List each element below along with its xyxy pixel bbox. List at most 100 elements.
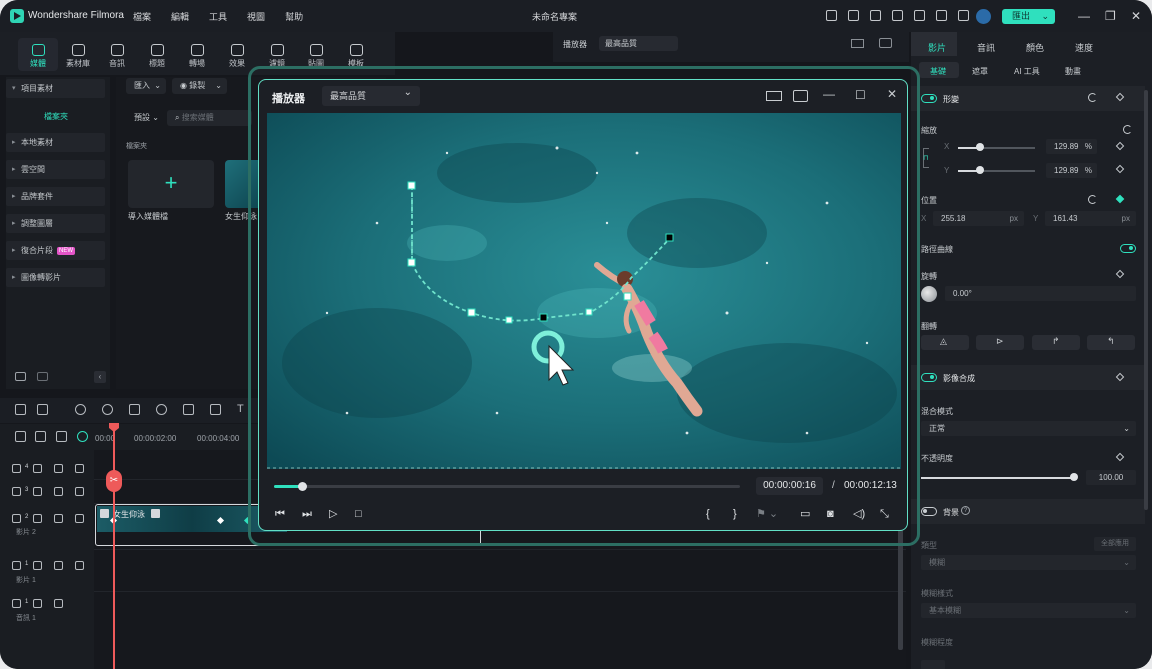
minimize-icon[interactable]: —	[823, 87, 835, 101]
eye-icon[interactable]	[75, 561, 84, 570]
send-icon[interactable]	[826, 10, 837, 21]
scale-y-keyframe-icon[interactable]	[1115, 164, 1125, 174]
menu-help[interactable]: 幫助	[285, 10, 303, 23]
background-type-select[interactable]: 模糊 ⌄	[921, 555, 1136, 570]
headset-icon[interactable]	[936, 10, 947, 21]
tab-titles[interactable]: 標題	[137, 44, 177, 69]
user-avatar[interactable]	[976, 9, 991, 24]
lock-icon[interactable]	[33, 514, 42, 523]
export-button[interactable]: 匯出 ⌄	[1002, 9, 1055, 24]
opacity-keyframe-icon[interactable]	[1115, 452, 1125, 462]
properties-scrollbar[interactable]	[1144, 90, 1148, 510]
scale-y-slider-handle[interactable]	[976, 166, 984, 174]
scale-x-keyframe-icon[interactable]	[1115, 141, 1125, 151]
playhead-line[interactable]	[113, 424, 115, 669]
tab-speed[interactable]: 速度	[1075, 41, 1093, 54]
search-input[interactable]: ⌕ 搜索媒體	[167, 110, 252, 126]
transform-reset-icon[interactable]	[1088, 93, 1097, 102]
feedback-icon[interactable]	[848, 10, 859, 21]
opacity-input[interactable]: 100.00	[1086, 470, 1136, 485]
eye-icon[interactable]	[75, 487, 84, 496]
position-reset-icon[interactable]	[1088, 195, 1097, 204]
subtab-basic[interactable]: 基礎	[930, 66, 946, 77]
add-track-icon[interactable]	[15, 431, 26, 442]
tab-stock[interactable]: 素材庫	[58, 44, 98, 69]
play-icon[interactable]: ▷	[329, 508, 337, 520]
redo-icon[interactable]	[102, 404, 113, 415]
eye-icon[interactable]	[75, 514, 84, 523]
sidebar-item-folder[interactable]: 檔案夾	[44, 111, 68, 122]
sidebar-item-cloud[interactable]: 雲空間	[6, 160, 105, 179]
layout-grid-icon[interactable]	[15, 404, 26, 415]
adjust-icon[interactable]	[210, 404, 221, 415]
track-manage-icon[interactable]	[56, 431, 67, 442]
pos-x-input[interactable]: 255.18 px	[933, 211, 1024, 226]
grid-view-icon[interactable]	[766, 91, 782, 101]
tab-effects[interactable]: 效果	[217, 44, 257, 69]
video-preview[interactable]	[267, 113, 901, 469]
sidebar-item-brand-kit[interactable]: 品牌套件	[6, 187, 105, 206]
reset-button[interactable]	[921, 660, 945, 669]
help-icon[interactable]: ?	[961, 506, 970, 515]
tab-audio-props[interactable]: 音訊	[977, 41, 995, 54]
scissors-icon[interactable]: ✂	[106, 470, 122, 492]
scale-x-slider-handle[interactable]	[976, 143, 984, 151]
text-tool-icon[interactable]: T	[237, 404, 248, 415]
sidebar-item-project-media[interactable]: 項目素材	[6, 79, 105, 98]
split-icon[interactable]	[156, 404, 167, 415]
rotate-keyframe-icon[interactable]	[1115, 269, 1125, 279]
tab-audio[interactable]: 音訊	[97, 44, 137, 69]
playback-progress-handle[interactable]	[298, 482, 307, 491]
menu-tools[interactable]: 工具	[209, 10, 227, 23]
menu-file[interactable]: 檔案	[133, 10, 151, 23]
speaker-icon[interactable]	[54, 514, 63, 523]
minimize-icon[interactable]: —	[1078, 9, 1090, 23]
waveform-scope-icon[interactable]	[793, 90, 808, 102]
blur-style-select[interactable]: 基本模糊 ⌄	[921, 603, 1136, 618]
select-tool-icon[interactable]	[37, 404, 48, 415]
save-icon[interactable]	[892, 10, 903, 21]
collapse-sidebar-icon[interactable]: ‹	[94, 371, 106, 383]
tab-color[interactable]: 顏色	[1026, 41, 1044, 54]
marker-dropdown-icon[interactable]: ⚑ ⌄	[756, 508, 778, 520]
sidebar-item-adjustment-layer[interactable]: 調整圖層	[6, 214, 105, 233]
rotate-ccw-button[interactable]: ↰	[1087, 335, 1135, 350]
restore-icon[interactable]: ❐	[1105, 9, 1116, 23]
crop-icon[interactable]	[183, 404, 194, 415]
path-curve-toggle[interactable]	[1120, 244, 1136, 253]
maximize-icon[interactable]: ☐	[855, 88, 866, 102]
scale-y-input[interactable]: 129.89%	[1046, 163, 1097, 178]
speaker-icon[interactable]	[54, 464, 63, 473]
import-media-tile[interactable]: +	[128, 160, 214, 208]
lock-icon[interactable]	[33, 599, 42, 608]
eye-icon[interactable]	[75, 464, 84, 473]
fullscreen-icon[interactable]: ⤡	[880, 508, 889, 520]
subtab-mask[interactable]: 遮罩	[972, 66, 988, 77]
close-icon[interactable]: ✕	[1131, 9, 1141, 23]
speaker-icon[interactable]	[54, 599, 63, 608]
next-frame-icon[interactable]: ⏭	[302, 508, 312, 520]
lock-icon[interactable]	[33, 561, 42, 570]
layout-icon[interactable]	[870, 10, 881, 21]
speaker-icon[interactable]	[54, 487, 63, 496]
blend-mode-select[interactable]: 正常 ⌄	[921, 421, 1136, 436]
sidebar-item-image-to-video[interactable]: 圖像轉影片	[6, 268, 105, 287]
background-toggle[interactable]	[921, 507, 937, 516]
position-keyframe-icon[interactable]	[1115, 194, 1125, 204]
speaker-icon[interactable]	[54, 561, 63, 570]
opacity-slider-handle[interactable]	[1070, 473, 1078, 481]
sidebar-item-compound-clip[interactable]: 復合片段NEW	[6, 241, 105, 260]
new-folder-icon[interactable]	[15, 372, 26, 381]
tab-media[interactable]: 媒體	[18, 44, 58, 69]
lock-icon[interactable]	[33, 487, 42, 496]
grid-view-icon[interactable]	[851, 39, 864, 48]
playback-progress[interactable]	[274, 482, 740, 491]
docked-quality-select[interactable]: 最高品質	[599, 36, 678, 51]
volume-icon[interactable]: ◁)	[853, 508, 865, 520]
grid-icon[interactable]	[958, 10, 969, 21]
menu-view[interactable]: 視圖	[247, 10, 265, 23]
snapshot-icon[interactable]: ◙	[827, 508, 834, 520]
sidebar-item-local[interactable]: 本地素材	[6, 133, 105, 152]
previous-frame-icon[interactable]: ⏮	[275, 508, 285, 520]
scale-reset-icon[interactable]	[1123, 125, 1132, 134]
